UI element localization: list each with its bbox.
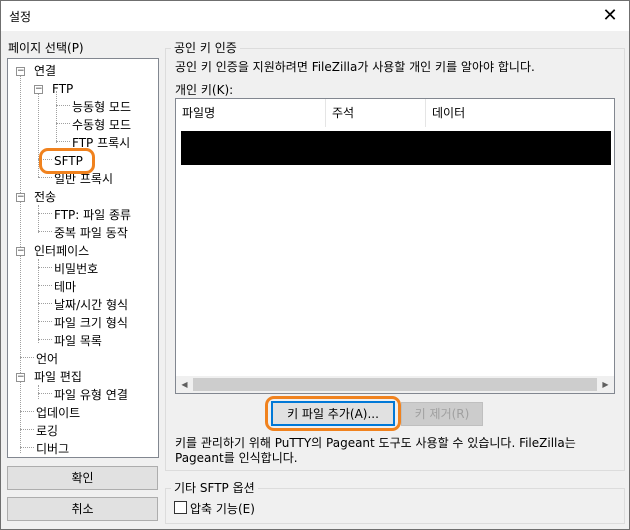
tree-item-ftp[interactable]: FTP [52, 80, 73, 98]
tree-item-update[interactable]: 업데이트 [36, 404, 80, 422]
tree-line [38, 177, 52, 178]
tree-item-debug[interactable]: 디버그 [36, 440, 69, 457]
redacted-key-row[interactable] [181, 131, 611, 165]
tree-line [38, 205, 39, 233]
tree-line [20, 447, 34, 448]
tree-line [38, 303, 52, 304]
page-tree[interactable]: − − − − − 연결 FTP 능동형 모드 수동형 모드 FTP 프록시 S… [7, 58, 159, 458]
collapse-icon[interactable]: − [16, 247, 25, 256]
tree-item-duplicate-file[interactable]: 중복 파일 동작 [54, 224, 128, 242]
title-bar: 설정 ✕ [1, 1, 629, 31]
tree-item-interface[interactable]: 인터페이스 [34, 242, 89, 260]
column-header-filename[interactable]: 파일명 [176, 99, 326, 127]
tree-item-transfer[interactable]: 전송 [34, 188, 56, 206]
tree-item-theme[interactable]: 테마 [54, 278, 76, 296]
tree-item-connection[interactable]: 연결 [34, 62, 56, 80]
tree-line [38, 259, 39, 343]
tree-line [38, 339, 52, 340]
tree-line [56, 91, 57, 143]
tree-line [38, 231, 52, 232]
pageant-note-line2: Pageant를 인식합니다. [175, 451, 298, 465]
tree-line [56, 105, 70, 106]
collapse-icon[interactable]: − [16, 193, 25, 202]
private-key-list[interactable]: 파일명 주석 데이터 ◀ ▶ [175, 98, 615, 394]
close-icon[interactable]: ✕ [595, 3, 625, 29]
collapse-icon[interactable]: − [16, 67, 25, 76]
sftp-highlight [39, 148, 95, 174]
other-options-title: 기타 SFTP 옵션 [171, 479, 258, 496]
column-header-data[interactable]: 데이터 [426, 99, 614, 127]
tree-line [20, 411, 34, 412]
tree-item-language[interactable]: 언어 [36, 350, 58, 368]
compression-checkbox[interactable] [174, 501, 187, 514]
add-button-highlight [265, 396, 401, 431]
column-header-comment[interactable]: 주석 [326, 99, 426, 127]
tree-line [38, 267, 52, 268]
horizontal-scrollbar[interactable]: ◀ ▶ [176, 376, 614, 393]
settings-dialog: 설정 ✕ 페이지 선택(P) − − − − − 연결 FTP 능동형 모드 수… [0, 0, 630, 530]
tree-item-file-type-assoc[interactable]: 파일 유형 연결 [54, 386, 128, 404]
tree-line [56, 123, 70, 124]
compression-label[interactable]: 압축 기능(E) [190, 500, 255, 517]
window-title: 설정 [9, 10, 32, 24]
tree-item-file-size[interactable]: 파일 크기 형식 [54, 314, 128, 332]
scroll-left-icon[interactable]: ◀ [176, 376, 193, 393]
scroll-right-icon[interactable]: ▶ [597, 376, 614, 393]
collapse-icon[interactable]: − [16, 373, 25, 382]
tree-item-passive-mode[interactable]: 수동형 모드 [72, 116, 131, 134]
pubkey-description: 공인 키 인증을 지원하려면 FileZilla가 사용할 개인 키를 알아야 … [175, 60, 535, 74]
pubkey-group-title: 공인 키 인증 [171, 39, 240, 56]
tree-line [20, 357, 34, 358]
tree-line [56, 141, 70, 142]
tree-item-password[interactable]: 비밀번호 [54, 260, 98, 278]
tree-line [38, 385, 39, 399]
tree-line [20, 73, 21, 453]
tree-item-logging[interactable]: 로깅 [36, 422, 58, 440]
tree-item-file-type[interactable]: FTP: 파일 종류 [54, 206, 131, 224]
tree-item-file-editing[interactable]: 파일 편집 [34, 368, 82, 386]
ok-button[interactable]: 확인 [7, 466, 158, 490]
tree-item-date-time[interactable]: 날짜/시간 형식 [54, 296, 128, 314]
remove-key-button[interactable]: 키 제거(R) [401, 402, 483, 426]
tree-line [38, 213, 52, 214]
tree-line [38, 393, 52, 394]
tree-item-file-list[interactable]: 파일 목록 [54, 332, 102, 350]
tree-line [20, 429, 34, 430]
tree-line [38, 285, 52, 286]
tree-line [38, 321, 52, 322]
tree-item-active-mode[interactable]: 능동형 모드 [72, 98, 131, 116]
cancel-button[interactable]: 취소 [7, 497, 158, 521]
private-key-label: 개인 키(K): [175, 83, 234, 97]
collapse-icon[interactable]: − [34, 85, 43, 94]
scrollbar-thumb[interactable] [193, 378, 597, 391]
page-select-label: 페이지 선택(P) [8, 41, 84, 55]
